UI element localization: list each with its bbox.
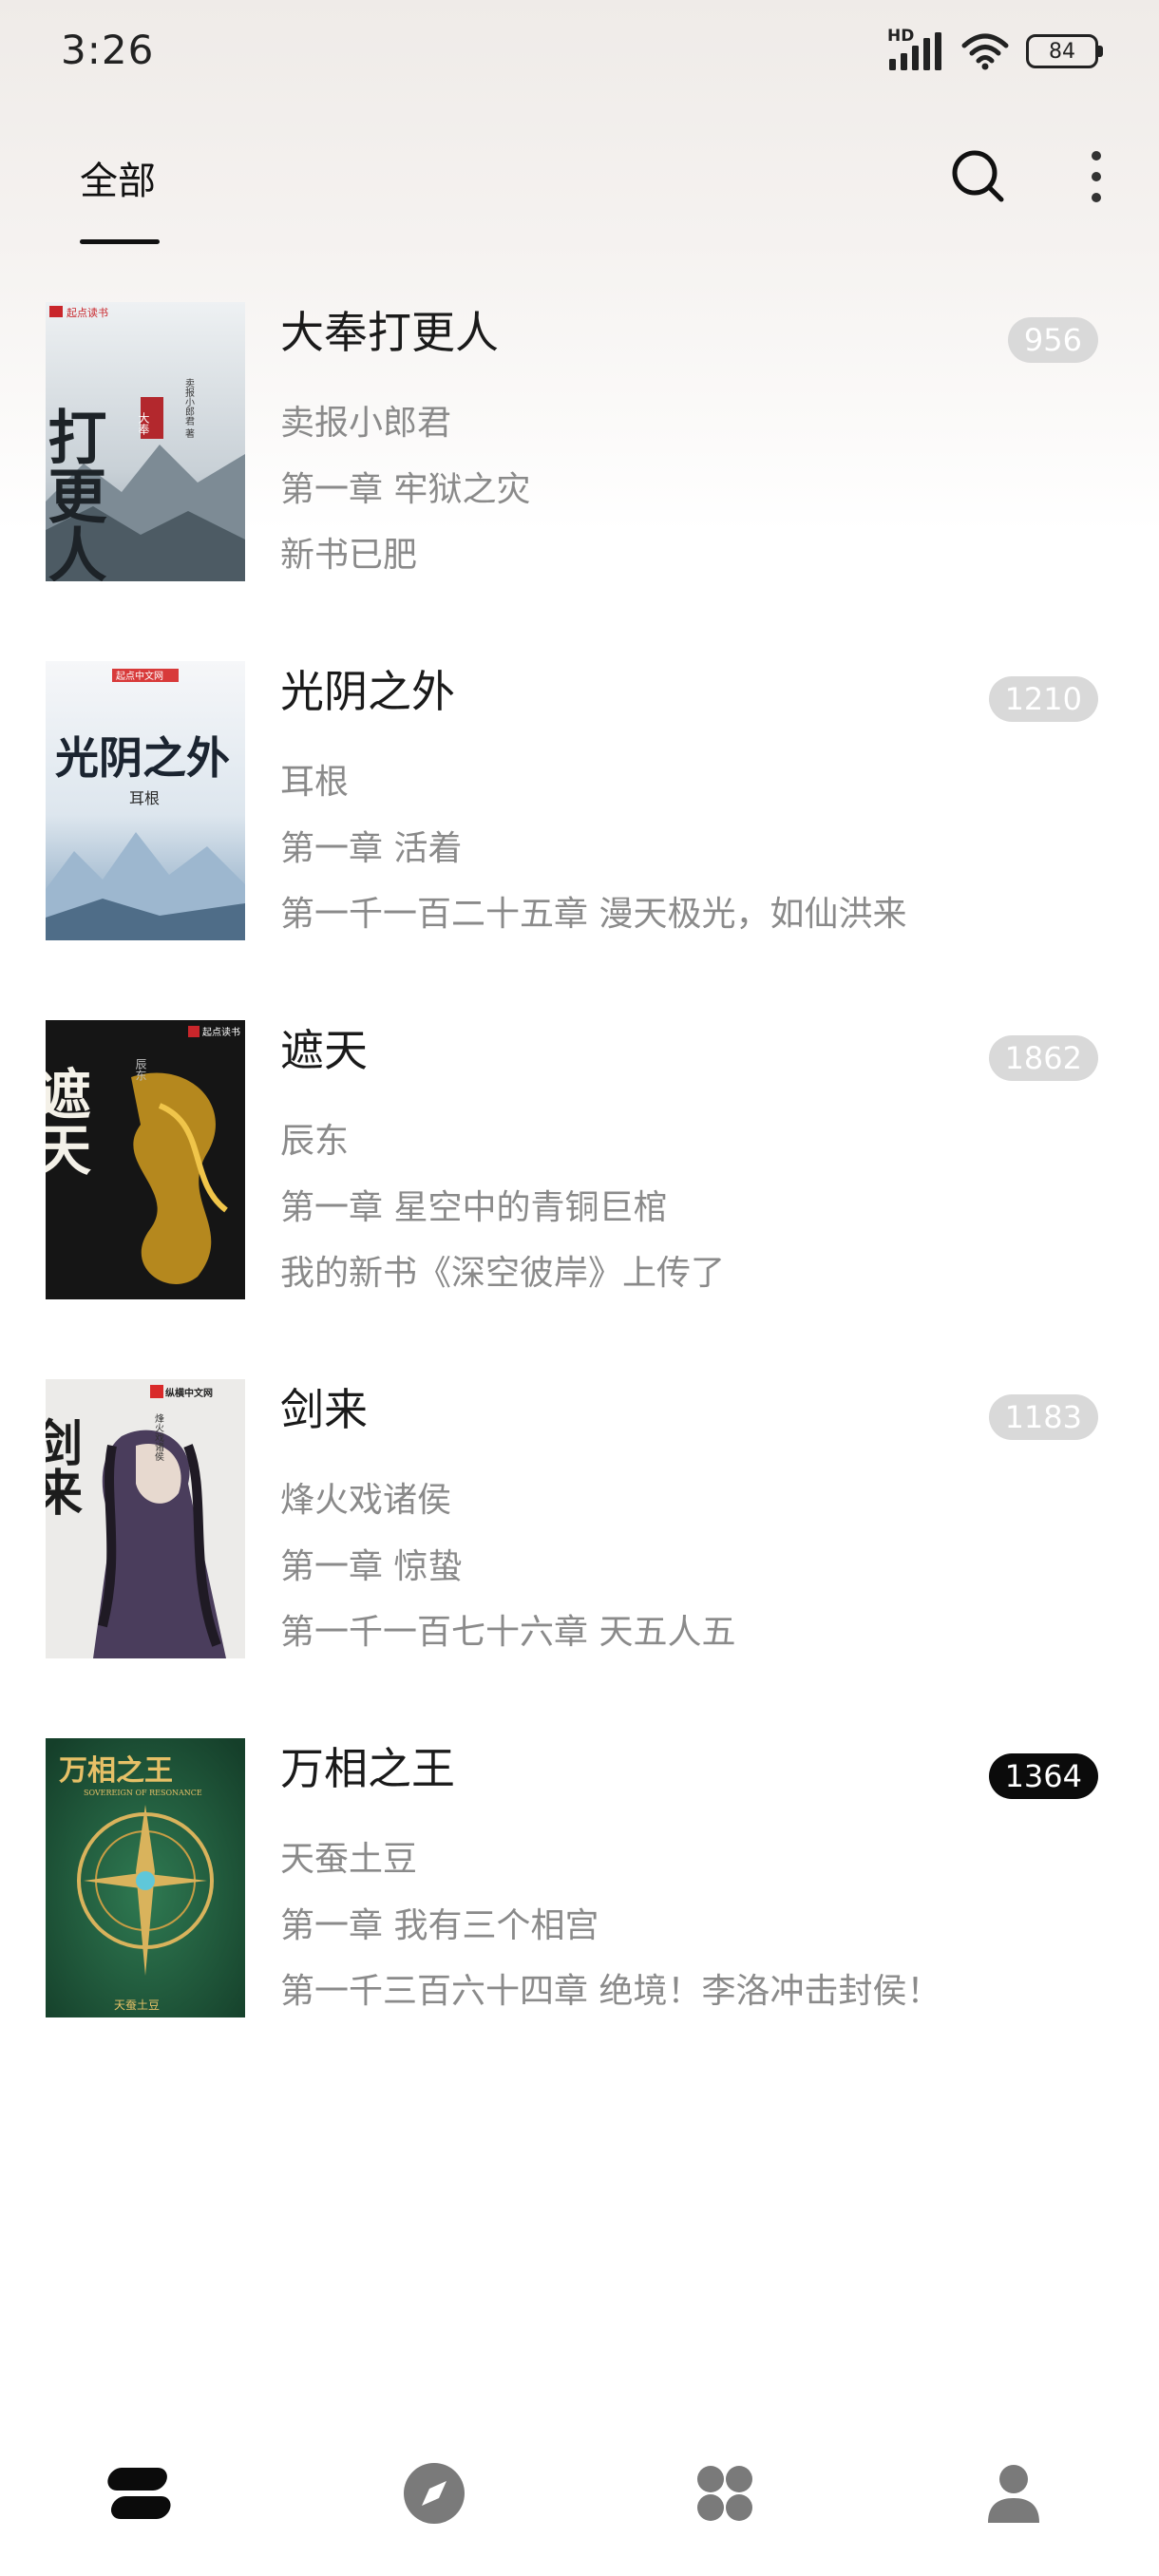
nav-discover[interactable] <box>391 2451 477 2536</box>
book-first-chapter: 第一章 我有三个相宫 <box>280 1906 599 1945</box>
book-latest-chapter: 第一千一百二十五章 漫天极光，如仙洪来 <box>280 895 907 934</box>
book-item[interactable]: 起点读书 打更人 大奉 卖报小郎君 著 大奉 打更人 卖报小郎君 第一章 牢狱之灾… <box>0 302 1159 587</box>
cover-title: 万相之王 <box>59 1754 173 1788</box>
cover-author: 辰东 <box>134 1058 147 1081</box>
book-author: 烽火戏诸侯 <box>280 1481 452 1520</box>
nav-apps[interactable] <box>682 2451 768 2536</box>
book-title[interactable]: 大奉打更人 <box>280 298 499 361</box>
cover-title: 剑来 <box>46 1417 83 1516</box>
book-author: 卖报小郎君 <box>280 404 452 443</box>
cover-publisher: 起点中文网 <box>116 670 163 682</box>
book-title[interactable]: 剑来 <box>280 1375 368 1438</box>
more-vertical-icon <box>1092 151 1101 202</box>
book-author: 耳根 <box>280 763 350 802</box>
tab-all[interactable]: 全部 <box>80 150 156 205</box>
book-title[interactable]: 遮天 <box>280 1016 368 1079</box>
book-cover[interactable]: 起点读书 打更人 大奉 卖报小郎君 著 <box>46 302 245 581</box>
status-icons: HD 84 <box>887 27 1103 76</box>
cover-publisher: 起点读书 <box>202 1026 240 1038</box>
top-nav: 全部 <box>0 133 1159 256</box>
cover-publisher: 纵横中文网 <box>165 1387 213 1399</box>
book-latest-chapter: 第一千一百七十六章 天五人五 <box>280 1613 736 1652</box>
book-cover[interactable]: 起点读书 遮天 辰东 <box>46 1020 245 1299</box>
cover-title: 打更人 <box>46 407 107 581</box>
battery-level: 84 <box>1049 39 1075 64</box>
cover-author: 天蚕土豆 <box>114 1998 160 2012</box>
bookshelf-icon <box>107 2468 171 2519</box>
search-icon <box>952 150 1004 202</box>
book-item[interactable]: 万相之王 SOVEREIGN OF RESONANCE 天蚕土豆 万相之王 天蚕… <box>0 1738 1159 2023</box>
cover-badge: 大奉 <box>137 412 150 435</box>
book-latest-chapter: 我的新书《深空彼岸》上传了 <box>280 1254 726 1293</box>
apps-grid-icon <box>697 2466 752 2521</box>
book-cover[interactable]: 万相之王 SOVEREIGN OF RESONANCE 天蚕土豆 <box>46 1738 245 2017</box>
profile-icon <box>988 2465 1039 2523</box>
book-cover[interactable]: 起点中文网 光阴之外 耳根 <box>46 661 245 940</box>
unread-count-badge: 956 <box>1007 317 1098 363</box>
book-first-chapter: 第一章 星空中的青铜巨棺 <box>280 1188 668 1227</box>
bottom-nav <box>0 2451 1159 2576</box>
book-item[interactable]: 起点中文网 光阴之外 耳根 光阴之外 耳根 第一章 活着 第一千一百二十五章 漫… <box>0 661 1159 946</box>
book-first-chapter: 第一章 惊蛰 <box>280 1547 463 1586</box>
book-first-chapter: 第一章 活着 <box>280 829 463 868</box>
status-bar: 3:26 HD 84 <box>0 0 1159 104</box>
tab-active-indicator <box>80 239 160 244</box>
book-author: 辰东 <box>280 1122 350 1161</box>
book-item[interactable]: 纵横中文网 剑来 烽火戏诸侯 剑来 烽火戏诸侯 第一章 惊蛰 第一千一百七十六章… <box>0 1379 1159 1664</box>
cover-subtitle: SOVEREIGN OF RESONANCE <box>84 1789 202 1797</box>
book-title[interactable]: 万相之王 <box>280 1734 455 1797</box>
book-item[interactable]: 起点读书 遮天 辰东 遮天 辰东 第一章 星空中的青铜巨棺 我的新书《深空彼岸》… <box>0 1020 1159 1305</box>
wifi-icon <box>961 33 1009 70</box>
book-latest-chapter: 新书已肥 <box>280 536 418 575</box>
unread-count-badge: 1183 <box>988 1394 1098 1440</box>
unread-count-badge: 1862 <box>988 1035 1098 1081</box>
cover-title: 光阴之外 <box>55 732 230 784</box>
book-author: 天蚕土豆 <box>280 1840 418 1879</box>
book-latest-chapter: 第一千三百六十四章 绝境！李洛冲击封侯！ <box>280 1972 941 2011</box>
cover-author: 烽火戏诸侯 <box>153 1412 164 1462</box>
cover-author: 耳根 <box>129 789 160 807</box>
nav-bookshelf[interactable] <box>101 2451 186 2536</box>
unread-count-badge: 1364 <box>988 1753 1098 1799</box>
book-cover[interactable]: 纵横中文网 剑来 烽火戏诸侯 <box>46 1379 245 1658</box>
cover-title: 遮天 <box>46 1066 91 1176</box>
battery-icon: 84 <box>1026 34 1103 68</box>
cover-publisher: 起点读书 <box>66 306 108 319</box>
nav-profile[interactable] <box>971 2451 1056 2536</box>
book-first-chapter: 第一章 牢狱之灾 <box>280 470 531 509</box>
signal-icon: HD <box>887 27 944 72</box>
more-button[interactable] <box>1077 146 1115 207</box>
discover-compass-icon <box>404 2463 465 2524</box>
search-button[interactable] <box>948 146 1009 207</box>
unread-count-badge: 1210 <box>988 676 1098 722</box>
status-time: 3:26 <box>61 27 155 73</box>
book-title[interactable]: 光阴之外 <box>280 657 455 720</box>
cover-author: 卖报小郎君 著 <box>183 378 195 438</box>
